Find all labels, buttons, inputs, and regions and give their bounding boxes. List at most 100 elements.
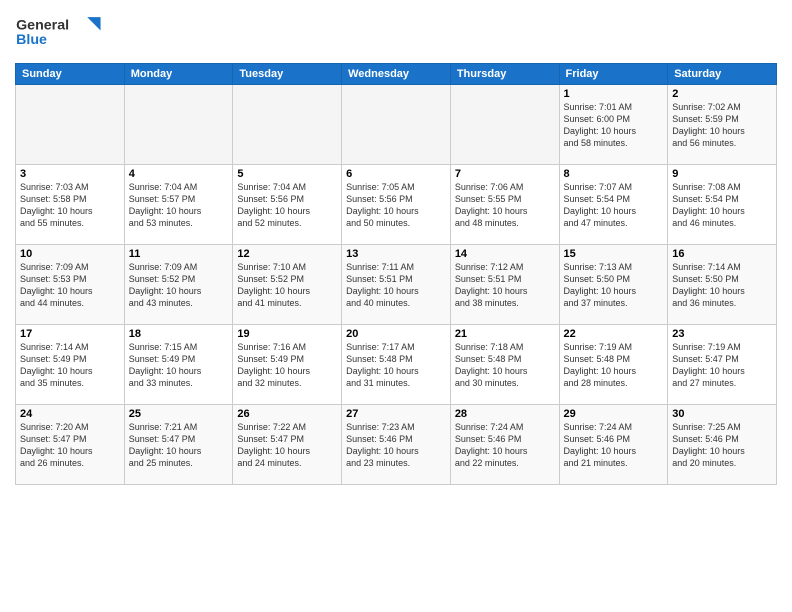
day-cell: 23Sunrise: 7:19 AM Sunset: 5:47 PM Dayli… <box>668 325 777 405</box>
day-cell <box>450 85 559 165</box>
day-info: Sunrise: 7:25 AM Sunset: 5:46 PM Dayligh… <box>672 421 772 470</box>
day-info: Sunrise: 7:11 AM Sunset: 5:51 PM Dayligh… <box>346 261 446 310</box>
day-cell: 9Sunrise: 7:08 AM Sunset: 5:54 PM Daylig… <box>668 165 777 245</box>
day-cell: 14Sunrise: 7:12 AM Sunset: 5:51 PM Dayli… <box>450 245 559 325</box>
day-cell: 13Sunrise: 7:11 AM Sunset: 5:51 PM Dayli… <box>342 245 451 325</box>
day-cell: 29Sunrise: 7:24 AM Sunset: 5:46 PM Dayli… <box>559 405 668 485</box>
day-number: 27 <box>346 408 446 420</box>
day-number: 23 <box>672 328 772 340</box>
day-cell: 17Sunrise: 7:14 AM Sunset: 5:49 PM Dayli… <box>16 325 125 405</box>
day-info: Sunrise: 7:09 AM Sunset: 5:53 PM Dayligh… <box>20 261 120 310</box>
day-number: 8 <box>564 168 664 180</box>
day-cell <box>342 85 451 165</box>
week-row-2: 3Sunrise: 7:03 AM Sunset: 5:58 PM Daylig… <box>16 165 777 245</box>
col-header-tuesday: Tuesday <box>233 64 342 85</box>
day-number: 17 <box>20 328 120 340</box>
day-number: 5 <box>237 168 337 180</box>
day-number: 7 <box>455 168 555 180</box>
day-cell: 28Sunrise: 7:24 AM Sunset: 5:46 PM Dayli… <box>450 405 559 485</box>
day-number: 6 <box>346 168 446 180</box>
day-info: Sunrise: 7:12 AM Sunset: 5:51 PM Dayligh… <box>455 261 555 310</box>
day-number: 28 <box>455 408 555 420</box>
day-cell: 16Sunrise: 7:14 AM Sunset: 5:50 PM Dayli… <box>668 245 777 325</box>
day-cell: 11Sunrise: 7:09 AM Sunset: 5:52 PM Dayli… <box>124 245 233 325</box>
day-info: Sunrise: 7:23 AM Sunset: 5:46 PM Dayligh… <box>346 421 446 470</box>
day-info: Sunrise: 7:18 AM Sunset: 5:48 PM Dayligh… <box>455 341 555 390</box>
day-cell: 30Sunrise: 7:25 AM Sunset: 5:46 PM Dayli… <box>668 405 777 485</box>
week-row-5: 24Sunrise: 7:20 AM Sunset: 5:47 PM Dayli… <box>16 405 777 485</box>
day-info: Sunrise: 7:01 AM Sunset: 6:00 PM Dayligh… <box>564 101 664 150</box>
day-number: 10 <box>20 248 120 260</box>
col-header-sunday: Sunday <box>16 64 125 85</box>
day-info: Sunrise: 7:07 AM Sunset: 5:54 PM Dayligh… <box>564 181 664 230</box>
day-info: Sunrise: 7:22 AM Sunset: 5:47 PM Dayligh… <box>237 421 337 470</box>
day-cell: 22Sunrise: 7:19 AM Sunset: 5:48 PM Dayli… <box>559 325 668 405</box>
day-info: Sunrise: 7:20 AM Sunset: 5:47 PM Dayligh… <box>20 421 120 470</box>
day-cell <box>16 85 125 165</box>
logo: General Blue <box>15 10 115 55</box>
day-info: Sunrise: 7:21 AM Sunset: 5:47 PM Dayligh… <box>129 421 229 470</box>
calendar: SundayMondayTuesdayWednesdayThursdayFrid… <box>15 63 777 485</box>
day-number: 13 <box>346 248 446 260</box>
day-number: 21 <box>455 328 555 340</box>
day-info: Sunrise: 7:16 AM Sunset: 5:49 PM Dayligh… <box>237 341 337 390</box>
day-info: Sunrise: 7:15 AM Sunset: 5:49 PM Dayligh… <box>129 341 229 390</box>
day-cell: 7Sunrise: 7:06 AM Sunset: 5:55 PM Daylig… <box>450 165 559 245</box>
day-info: Sunrise: 7:03 AM Sunset: 5:58 PM Dayligh… <box>20 181 120 230</box>
day-number: 19 <box>237 328 337 340</box>
day-info: Sunrise: 7:06 AM Sunset: 5:55 PM Dayligh… <box>455 181 555 230</box>
header: General Blue <box>15 10 777 55</box>
day-cell: 12Sunrise: 7:10 AM Sunset: 5:52 PM Dayli… <box>233 245 342 325</box>
day-number: 18 <box>129 328 229 340</box>
day-cell: 24Sunrise: 7:20 AM Sunset: 5:47 PM Dayli… <box>16 405 125 485</box>
day-cell: 15Sunrise: 7:13 AM Sunset: 5:50 PM Dayli… <box>559 245 668 325</box>
day-info: Sunrise: 7:04 AM Sunset: 5:56 PM Dayligh… <box>237 181 337 230</box>
day-number: 14 <box>455 248 555 260</box>
day-number: 15 <box>564 248 664 260</box>
day-cell: 19Sunrise: 7:16 AM Sunset: 5:49 PM Dayli… <box>233 325 342 405</box>
day-number: 24 <box>20 408 120 420</box>
week-row-4: 17Sunrise: 7:14 AM Sunset: 5:49 PM Dayli… <box>16 325 777 405</box>
day-cell: 18Sunrise: 7:15 AM Sunset: 5:49 PM Dayli… <box>124 325 233 405</box>
day-number: 30 <box>672 408 772 420</box>
col-header-saturday: Saturday <box>668 64 777 85</box>
day-info: Sunrise: 7:04 AM Sunset: 5:57 PM Dayligh… <box>129 181 229 230</box>
day-number: 26 <box>237 408 337 420</box>
day-cell: 8Sunrise: 7:07 AM Sunset: 5:54 PM Daylig… <box>559 165 668 245</box>
day-info: Sunrise: 7:10 AM Sunset: 5:52 PM Dayligh… <box>237 261 337 310</box>
day-cell <box>124 85 233 165</box>
week-row-3: 10Sunrise: 7:09 AM Sunset: 5:53 PM Dayli… <box>16 245 777 325</box>
day-info: Sunrise: 7:24 AM Sunset: 5:46 PM Dayligh… <box>564 421 664 470</box>
page: General Blue SundayMondayTuesdayWednesda… <box>0 0 792 612</box>
day-cell <box>233 85 342 165</box>
day-number: 22 <box>564 328 664 340</box>
day-info: Sunrise: 7:19 AM Sunset: 5:47 PM Dayligh… <box>672 341 772 390</box>
day-cell: 3Sunrise: 7:03 AM Sunset: 5:58 PM Daylig… <box>16 165 125 245</box>
header-row: SundayMondayTuesdayWednesdayThursdayFrid… <box>16 64 777 85</box>
day-info: Sunrise: 7:14 AM Sunset: 5:49 PM Dayligh… <box>20 341 120 390</box>
col-header-friday: Friday <box>559 64 668 85</box>
day-info: Sunrise: 7:13 AM Sunset: 5:50 PM Dayligh… <box>564 261 664 310</box>
day-number: 2 <box>672 88 772 100</box>
day-info: Sunrise: 7:17 AM Sunset: 5:48 PM Dayligh… <box>346 341 446 390</box>
day-number: 4 <box>129 168 229 180</box>
day-cell: 25Sunrise: 7:21 AM Sunset: 5:47 PM Dayli… <box>124 405 233 485</box>
col-header-thursday: Thursday <box>450 64 559 85</box>
svg-text:Blue: Blue <box>16 32 47 48</box>
day-number: 11 <box>129 248 229 260</box>
day-cell: 21Sunrise: 7:18 AM Sunset: 5:48 PM Dayli… <box>450 325 559 405</box>
day-info: Sunrise: 7:08 AM Sunset: 5:54 PM Dayligh… <box>672 181 772 230</box>
day-info: Sunrise: 7:05 AM Sunset: 5:56 PM Dayligh… <box>346 181 446 230</box>
day-cell: 4Sunrise: 7:04 AM Sunset: 5:57 PM Daylig… <box>124 165 233 245</box>
day-info: Sunrise: 7:19 AM Sunset: 5:48 PM Dayligh… <box>564 341 664 390</box>
day-info: Sunrise: 7:02 AM Sunset: 5:59 PM Dayligh… <box>672 101 772 150</box>
day-cell: 6Sunrise: 7:05 AM Sunset: 5:56 PM Daylig… <box>342 165 451 245</box>
day-number: 25 <box>129 408 229 420</box>
week-row-1: 1Sunrise: 7:01 AM Sunset: 6:00 PM Daylig… <box>16 85 777 165</box>
day-info: Sunrise: 7:14 AM Sunset: 5:50 PM Dayligh… <box>672 261 772 310</box>
day-cell: 26Sunrise: 7:22 AM Sunset: 5:47 PM Dayli… <box>233 405 342 485</box>
day-number: 20 <box>346 328 446 340</box>
col-header-wednesday: Wednesday <box>342 64 451 85</box>
day-number: 9 <box>672 168 772 180</box>
day-number: 1 <box>564 88 664 100</box>
